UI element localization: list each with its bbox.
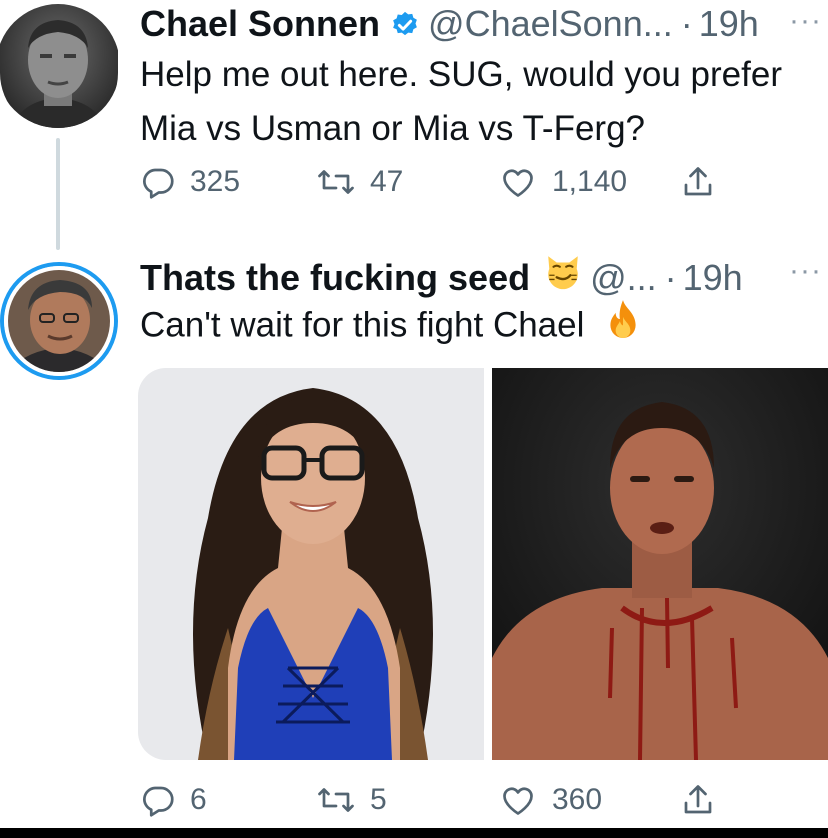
share-icon [680,781,716,819]
reply-count: 6 [190,783,207,816]
tweet-1-actions: 325 47 1,140 [140,160,740,204]
thread-connector-line [56,138,60,250]
reply-button[interactable]: 325 [140,164,240,200]
display-name[interactable]: Chael Sonnen [140,2,380,46]
retweet-button[interactable]: 5 [316,782,387,818]
tweet-1-header: Chael Sonnen @ChaelSonn... · 19h [140,2,759,46]
like-count: 360 [552,783,603,816]
handle[interactable]: @ChaelSonn... [428,2,673,46]
media-photo-woman[interactable] [138,368,484,760]
like-icon [498,782,538,818]
share-icon [680,163,716,201]
retweet-icon [316,164,356,200]
avatar-chael-sonnen[interactable] [0,0,118,132]
separator-dot: · [664,257,677,298]
reply-icon [140,164,176,200]
media-photo-fighter[interactable] [492,368,828,760]
separator-dot: · [680,3,693,44]
like-count: 1,140 [552,165,628,198]
more-icon[interactable]: ··· [789,4,822,38]
reply-count: 325 [190,165,241,198]
reply-button[interactable]: 6 [140,782,207,818]
bottom-edge-bar [0,828,828,838]
handle[interactable]: @... [590,256,657,300]
tweet-2-text: Can't wait for this fight Chael [140,305,585,345]
smirking-cat-emoji [544,252,582,300]
fire-emoji [604,298,642,356]
tweet-2-actions: 6 5 360 [140,778,740,822]
retweet-icon [316,782,356,818]
tweet-2-header: Thats the fucking seed @... · 19h [140,252,743,300]
verified-badge-icon [390,6,420,36]
retweet-count: 47 [370,165,404,198]
like-button[interactable]: 360 [498,782,602,818]
more-icon[interactable]: ··· [789,254,822,288]
like-icon [498,164,538,200]
like-button[interactable]: 1,140 [498,164,627,200]
share-button[interactable] [680,163,716,201]
timestamp[interactable]: 19h [683,256,743,300]
timestamp[interactable]: 19h [699,2,759,46]
tweet-2-media[interactable] [138,368,828,760]
tweet-thread: Chael Sonnen @ChaelSonn... · 19h ··· Hel… [0,0,828,838]
retweet-count: 5 [370,783,387,816]
tweet-2-text-line: Can't wait for this fight Chael [140,298,642,356]
share-button[interactable] [680,781,716,819]
retweet-button[interactable]: 47 [316,164,403,200]
reply-icon [140,782,176,818]
display-name[interactable]: Thats the fucking seed [140,256,530,300]
avatar-reply-user[interactable] [0,262,118,380]
tweet-1-text-line-1: Help me out here. SUG, would you prefer [140,55,782,94]
tweet-1-text-line-2: Mia vs Usman or Mia vs T-Ferg? [140,109,646,148]
